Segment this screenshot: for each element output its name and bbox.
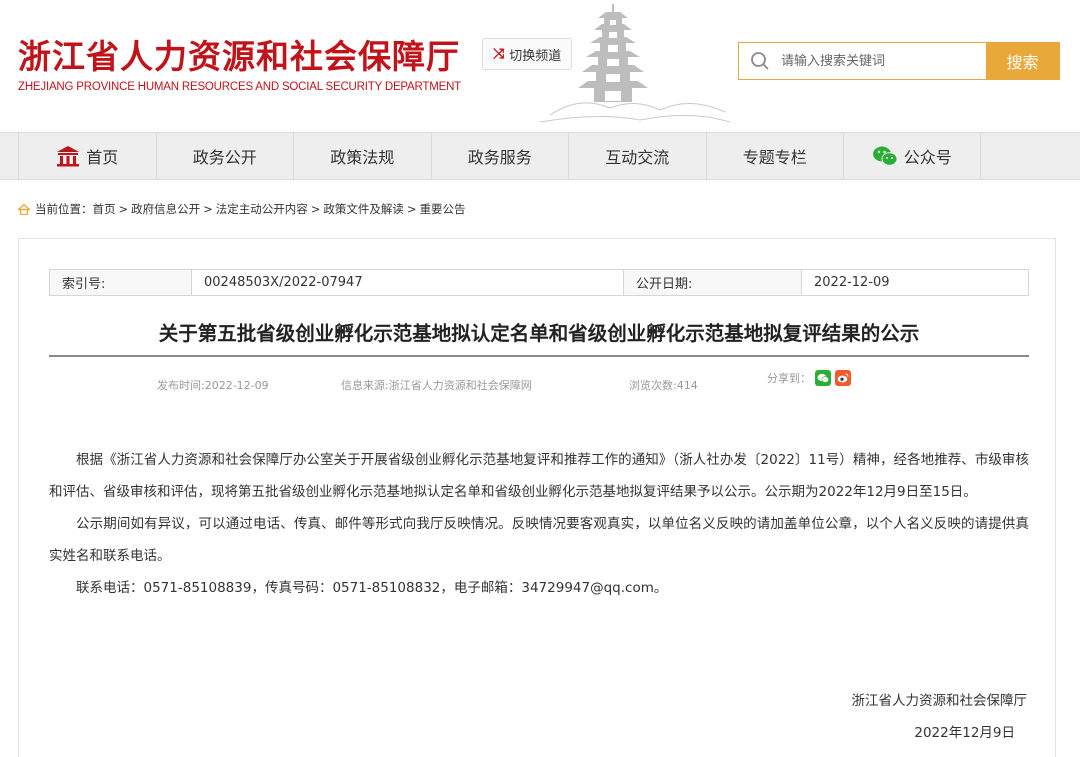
breadcrumb-prefix: 当前位置：: [35, 202, 93, 216]
nav-label-home: 首页: [86, 148, 119, 167]
site-logo-subtitle: ZHEJIANG PROVINCE HUMAN RESOURCES AND SO…: [18, 81, 462, 93]
breadcrumb-link-gov-info[interactable]: 政府信息公开: [131, 201, 200, 217]
breadcrumb-link-statutory[interactable]: 法定主动公开内容: [216, 201, 308, 217]
nav-item-gov-affairs[interactable]: 政务公开: [155, 133, 294, 179]
signature-date: 2022年12月9日: [914, 725, 1015, 741]
breadcrumb: 当前位置： 首页 > 政府信息公开 > 法定主动公开内容 > 政策文件及解读 >…: [18, 201, 466, 217]
index-number-value: 00248503X/2022-07947: [192, 270, 624, 295]
article-paragraph: 根据《浙江省人力资源和社会保障厅办公室关于开展省级创业孵化示范基地复评和推荐工作…: [49, 452, 1029, 500]
nav-label-policy: 政策法规: [330, 148, 395, 167]
main-nav: 首页 政务公开 政策法规 政务服务 互动交流 专题专栏 公众号: [0, 132, 1080, 180]
nav-item-official-account[interactable]: 公众号: [843, 133, 981, 179]
share-label: 分享到：: [767, 372, 811, 385]
nav-label-gov-affairs: 政务公开: [192, 148, 257, 167]
search-icon[interactable]: [739, 43, 781, 79]
breadcrumb-link-policy-docs[interactable]: 政策文件及解读: [323, 201, 404, 217]
search-bar: 搜索: [738, 42, 1060, 80]
search-button[interactable]: 搜索: [986, 43, 1059, 79]
nav-label-interaction: 互动交流: [605, 148, 670, 167]
site-logo-title[interactable]: 浙江省人力资源和社会保障厅: [18, 30, 460, 78]
publish-date-value: 2022-12-09: [814, 275, 890, 290]
wechat-icon: [872, 146, 898, 166]
nav-label-services: 政务服务: [467, 148, 532, 167]
index-number-label: 索引号:: [50, 270, 192, 295]
breadcrumb-separator: >: [310, 202, 321, 216]
article-title: 关于第五批省级创业孵化示范基地拟认定名单和省级创业孵化示范基地拟复评结果的公示: [158, 322, 920, 345]
breadcrumb-separator: >: [203, 202, 213, 216]
shuffle-icon: ⤨: [493, 46, 505, 62]
site-header: 浙江省人力资源和社会保障厅 ZHEJIANG PROVINCE HUMAN RE…: [0, 0, 1080, 132]
breadcrumb-separator: >: [118, 202, 129, 216]
breadcrumb-link-announcements[interactable]: 重要公告: [420, 201, 466, 217]
article-meta-table: 索引号: 00248503X/2022-07947 公开日期: 2022-12-…: [49, 269, 1029, 296]
info-source: 信息来源:浙江省人力资源和社会保障网: [341, 379, 532, 392]
title-divider: [49, 355, 1029, 357]
article-paragraph: 联系电话：0571-85108839，传真号码：0571-85108832，电子…: [76, 580, 668, 596]
nav-item-policy[interactable]: 政策法规: [293, 133, 431, 179]
nav-label-topics: 专题专栏: [742, 148, 807, 167]
publish-date-label: 公开日期:: [624, 270, 802, 295]
article-paragraph: 公示期间如有异议，可以通过电话、传真、邮件等形式向我厅反映情况。反映情况要客观真…: [49, 516, 1029, 564]
share-weibo-icon[interactable]: [835, 370, 851, 386]
search-input[interactable]: [781, 43, 986, 79]
share-wechat-icon[interactable]: [815, 370, 831, 386]
view-count: 浏览次数:414: [629, 379, 698, 392]
breadcrumb-separator: >: [406, 202, 417, 216]
article-card: 索引号: 00248503X/2022-07947 公开日期: 2022-12-…: [18, 238, 1056, 757]
pagoda-illustration: [540, 4, 730, 123]
article-body: 根据《浙江省人力资源和社会保障厅办公室关于开展省级创业孵化示范基地复评和推荐工作…: [49, 444, 1029, 604]
nav-item-home[interactable]: 首页: [18, 133, 156, 179]
nav-item-interaction[interactable]: 互动交流: [568, 133, 706, 179]
breadcrumb-link-home[interactable]: 首页: [93, 201, 116, 217]
nav-item-services[interactable]: 政务服务: [430, 133, 569, 179]
nav-item-topics[interactable]: 专题专栏: [705, 133, 844, 179]
location-home-icon: [18, 203, 30, 215]
nav-label-official-account: 公众号: [903, 148, 952, 167]
share-bar: 分享到：: [767, 370, 851, 386]
home-icon: [57, 146, 80, 167]
signature-org: 浙江省人力资源和社会保障厅: [851, 693, 1028, 709]
publish-time: 发布时间:2022-12-09: [157, 379, 269, 392]
